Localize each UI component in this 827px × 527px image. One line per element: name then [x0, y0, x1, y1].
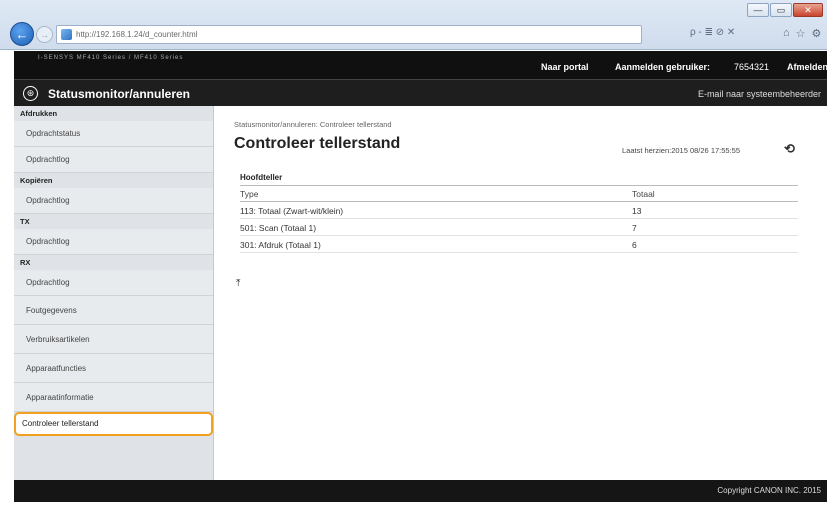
address-bar[interactable]: http://192.168.1.24/d_counter.html [56, 25, 642, 44]
sidebar-item-check-counter[interactable]: Controleer tellerstand [14, 412, 213, 436]
browser-chrome: — ▭ ✕ ← → http://192.168.1.24/d_counter.… [0, 0, 827, 50]
page-favicon-icon [61, 29, 72, 40]
back-arrow-icon[interactable]: ← [10, 22, 34, 46]
sidebar-heading-copy: Kopiëren [20, 176, 53, 185]
login-user-id: 7654321 [734, 62, 770, 72]
home-icon[interactable]: ⌂ [783, 27, 790, 40]
section-title: Hoofdteller [240, 173, 798, 186]
sidebar-item-device-info[interactable]: Apparaatinformatie [14, 383, 213, 412]
sidebar-item-job-status[interactable]: Opdrachtstatus [14, 121, 213, 147]
refresh-icon[interactable]: ⟲ [784, 141, 800, 157]
main-content: Statusmonitor/annuleren: Controleer tell… [214, 106, 827, 480]
login-user-label: Aanmelden gebruiker: [615, 62, 711, 72]
scroll-to-top-icon[interactable]: ⤒ [236, 278, 240, 289]
sidebar-item-rx-job-log[interactable]: Opdrachtlog [14, 270, 213, 296]
footer: Copyright CANON INC. 2015 [14, 480, 827, 502]
sidebar-heading-print: Afdrukken [20, 109, 58, 118]
row-type: 501: Scan (Totaal 1) [240, 218, 632, 236]
minimize-button[interactable]: — [747, 3, 769, 17]
sidebar-item-error-info[interactable]: Foutgegevens [14, 296, 213, 325]
device-topbar: I-SENSYS MF410 Series / MF410 Series Naa… [14, 51, 827, 79]
sidebar-item-tx-job-log[interactable]: Opdrachtlog [14, 229, 213, 255]
main-counter-section: Hoofdteller Type Totaal 113: Totaal (Zwa… [240, 173, 798, 253]
last-updated: Laatst herzien:2015 08/26 17:55:55 [622, 146, 741, 155]
app-titlebar: ⊛ Statusmonitor/annuleren E-mail naar sy… [14, 79, 827, 106]
sidebar-heading-rx: RX [20, 258, 31, 267]
sidebar-item-consumables[interactable]: Verbruiksartikelen [14, 325, 213, 354]
window-controls: — ▭ ✕ [747, 3, 823, 17]
page-title: Controleer tellerstand [234, 135, 401, 152]
row-total: 7 [632, 218, 798, 236]
table-row: 301: Afdruk (Totaal 1) 6 [240, 235, 798, 253]
status-monitor-icon: ⊛ [23, 86, 38, 101]
breadcrumb: Statusmonitor/annuleren: Controleer tell… [234, 120, 392, 129]
counter-table: Type Totaal 113: Totaal (Zwart-wit/klein… [240, 186, 798, 253]
table-row: 501: Scan (Totaal 1) 7 [240, 218, 798, 236]
forward-arrow-icon[interactable]: → [36, 26, 53, 43]
row-type: 301: Afdruk (Totaal 1) [240, 235, 632, 253]
copyright: Copyright CANON INC. 2015 [717, 486, 821, 495]
favorites-icon[interactable]: ☆ [796, 27, 806, 40]
sidebar-item-device-features[interactable]: Apparaatfuncties [14, 354, 213, 383]
portal-link[interactable]: Naar portal [541, 62, 589, 72]
app-title: Statusmonitor/annuleren [48, 87, 191, 101]
device-model: I-SENSYS MF410 Series / MF410 Series [38, 55, 184, 61]
sidebar-heading-tx: TX [20, 217, 30, 226]
column-header-type: Type [240, 186, 632, 202]
row-total: 6 [632, 235, 798, 253]
table-header-row: Type Totaal [240, 186, 798, 202]
browser-toolbar-icons: ⌂ ☆ ⚙ [783, 27, 821, 40]
column-header-total: Totaal [632, 186, 798, 202]
sidebar: Afdrukken Opdrachtstatus Opdrachtlog Kop… [14, 106, 214, 480]
table-row: 113: Totaal (Zwart-wit/klein) 13 [240, 201, 798, 219]
row-total: 13 [632, 201, 798, 219]
sidebar-item-copy-job-log[interactable]: Opdrachtlog [14, 188, 213, 214]
row-type: 113: Totaal (Zwart-wit/klein) [240, 201, 632, 219]
address-tools[interactable]: ρ - ≣ ⊘ ✕ [690, 27, 735, 38]
close-button[interactable]: ✕ [793, 3, 823, 17]
settings-gear-icon[interactable]: ⚙ [812, 27, 822, 40]
sidebar-item-print-job-log[interactable]: Opdrachtlog [14, 147, 213, 173]
maximize-button[interactable]: ▭ [770, 3, 792, 17]
email-admin-link[interactable]: E-mail naar systeembeheerder [698, 89, 821, 99]
logout-link[interactable]: Afmelden [787, 62, 827, 72]
address-url[interactable]: http://192.168.1.24/d_counter.html [76, 30, 197, 39]
